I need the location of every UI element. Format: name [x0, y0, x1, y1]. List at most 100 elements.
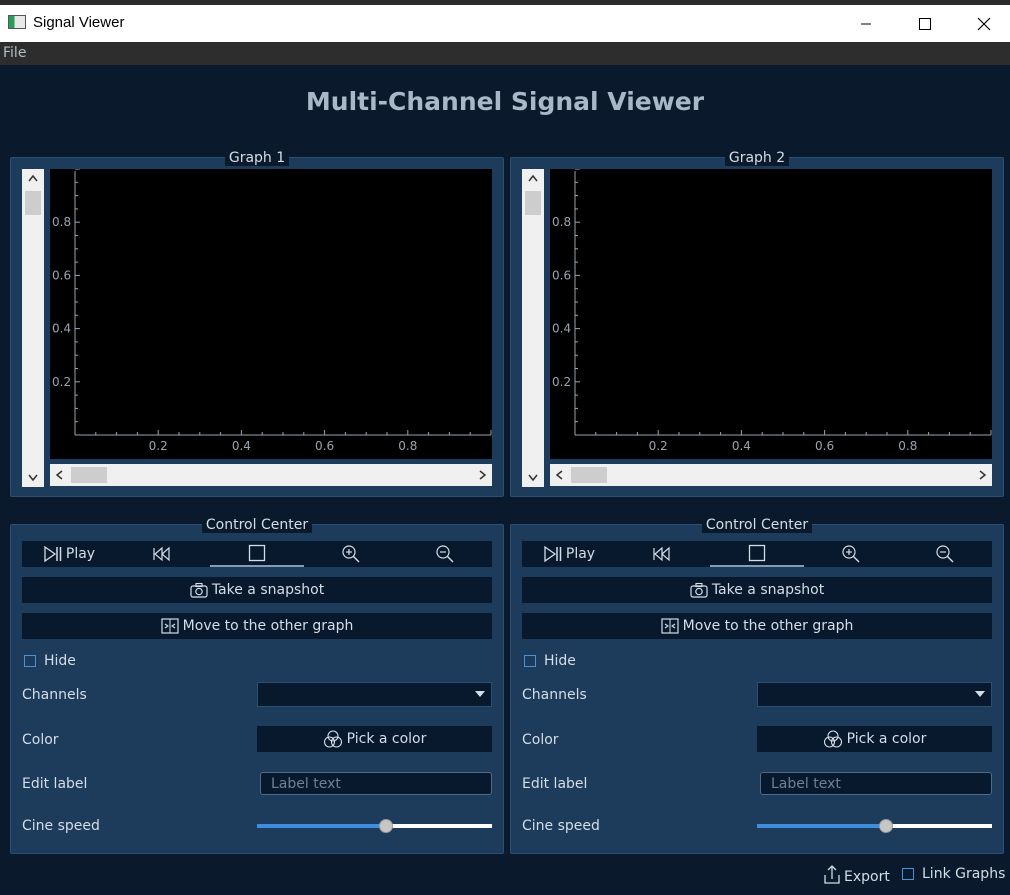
control-center-1: Control Center Play Take a snapshot Move…: [10, 517, 504, 854]
move-graph-button[interactable]: Move to the other graph: [522, 613, 992, 639]
zoom-in-icon: [342, 545, 360, 563]
camera-icon: [690, 582, 708, 598]
scroll-thumb[interactable]: [571, 467, 607, 483]
scroll-left-icon[interactable]: [50, 464, 68, 486]
page-title: Multi-Channel Signal Viewer: [305, 87, 705, 116]
y-tick-label: 0.2: [52, 375, 71, 389]
hide-toggle[interactable]: Hide: [524, 653, 576, 669]
minimize-button[interactable]: [843, 5, 889, 42]
vertical-scrollbar[interactable]: [22, 169, 44, 487]
graph-title: Graph 2: [724, 150, 790, 166]
window-title: Signal Viewer: [33, 14, 125, 31]
y-tick-label: 0.2: [552, 375, 571, 389]
zoom-in-button[interactable]: [304, 541, 398, 567]
maximize-button[interactable]: [902, 5, 948, 42]
link-graphs-checkbox[interactable]: [902, 868, 914, 880]
y-tick-label: 0.4: [552, 322, 571, 336]
x-tick-label: 0.2: [649, 439, 668, 453]
play-button[interactable]: Play: [22, 541, 116, 567]
stop-button[interactable]: [710, 541, 804, 567]
snapshot-label: Take a snapshot: [211, 582, 325, 598]
slider-handle[interactable]: [879, 819, 894, 833]
graph-title: Graph 1: [224, 150, 290, 166]
edit-label-label: Edit label: [522, 776, 588, 792]
cine-speed-label: Cine speed: [522, 818, 600, 834]
channels-label: Channels: [522, 687, 587, 703]
scroll-right-icon[interactable]: [974, 464, 992, 486]
swap-icon: [661, 618, 679, 634]
stop-icon: [748, 544, 766, 562]
chevron-down-icon: [475, 691, 485, 697]
menu-bar: File: [0, 42, 1010, 65]
cine-speed-slider[interactable]: [257, 818, 492, 834]
plot-area[interactable]: 0.2 0.4 0.6 0.8 0.8 0.6 0.4 0.2: [50, 169, 492, 459]
export-button[interactable]: Export: [820, 863, 890, 885]
hide-label: Hide: [544, 653, 576, 669]
x-tick-label: 0.4: [232, 439, 251, 453]
control-center-2: Control Center Play Take a snapshot Move…: [510, 517, 1004, 854]
maximize-icon: [919, 17, 931, 30]
snapshot-button[interactable]: Take a snapshot: [22, 577, 492, 603]
horizontal-scrollbar[interactable]: [50, 464, 492, 486]
play-button[interactable]: Play: [522, 541, 616, 567]
move-graph-button[interactable]: Move to the other graph: [22, 613, 492, 639]
export-label: Export: [844, 869, 890, 885]
rewind-button[interactable]: [116, 541, 210, 567]
graph-2-panel: Graph 2 0.2 0.4 0.6 0.8 0.8 0.6 0.4 0.2: [510, 150, 1004, 497]
label-text-input[interactable]: [260, 772, 492, 795]
control-center-title: Control Center: [201, 517, 313, 533]
x-tick-label: 0.4: [732, 439, 751, 453]
play-label: Play: [565, 546, 596, 562]
scroll-down-icon[interactable]: [522, 469, 544, 487]
app-icon: [8, 15, 26, 29]
label-text-input[interactable]: [760, 772, 992, 795]
scroll-thumb[interactable]: [525, 191, 541, 215]
scroll-up-icon[interactable]: [522, 169, 544, 187]
zoom-out-button[interactable]: [398, 541, 492, 567]
horizontal-scrollbar[interactable]: [550, 464, 992, 486]
stop-button[interactable]: [210, 541, 304, 567]
hide-checkbox[interactable]: [524, 655, 536, 667]
camera-icon: [190, 582, 208, 598]
rewind-icon: [653, 546, 670, 562]
scroll-thumb[interactable]: [25, 191, 41, 215]
close-button[interactable]: [961, 5, 1007, 42]
zoom-out-icon: [436, 545, 454, 563]
vertical-scrollbar[interactable]: [522, 169, 544, 487]
snapshot-button[interactable]: Take a snapshot: [522, 577, 992, 603]
zoom-in-button[interactable]: [804, 541, 898, 567]
color-label: Color: [22, 732, 59, 748]
scroll-down-icon[interactable]: [22, 469, 44, 487]
pick-color-button[interactable]: Pick a color: [257, 726, 492, 752]
play-label: Play: [65, 546, 96, 562]
main-content: Multi-Channel Signal Viewer Graph 1 0.2 0…: [0, 65, 1010, 895]
scroll-thumb[interactable]: [71, 467, 107, 483]
channels-dropdown[interactable]: [257, 682, 492, 707]
y-tick-label: 0.6: [52, 268, 71, 282]
x-tick-label: 0.2: [149, 439, 168, 453]
channels-dropdown[interactable]: [757, 682, 992, 707]
color-label: Color: [522, 732, 559, 748]
hide-toggle[interactable]: Hide: [24, 653, 76, 669]
cine-speed-slider[interactable]: [757, 818, 992, 834]
menu-file[interactable]: File: [3, 45, 26, 61]
hide-checkbox[interactable]: [24, 655, 36, 667]
scroll-right-icon[interactable]: [474, 464, 492, 486]
x-tick-label: 0.6: [315, 439, 334, 453]
color-wheel-icon: [323, 730, 342, 748]
link-graphs-label: Link Graphs: [922, 866, 1006, 882]
slider-fill: [757, 824, 887, 828]
zoom-out-icon: [936, 545, 954, 563]
cine-speed-label: Cine speed: [22, 818, 100, 834]
rewind-button[interactable]: [616, 541, 710, 567]
scroll-up-icon[interactable]: [22, 169, 44, 187]
scroll-left-icon[interactable]: [550, 464, 568, 486]
y-tick-label: 0.8: [52, 215, 71, 229]
move-label: Move to the other graph: [682, 618, 854, 634]
slider-handle[interactable]: [379, 819, 394, 833]
link-graphs-toggle[interactable]: Link Graphs: [902, 866, 1005, 882]
slider-fill: [257, 824, 387, 828]
plot-area[interactable]: 0.2 0.4 0.6 0.8 0.8 0.6 0.4 0.2: [550, 169, 992, 459]
pick-color-button[interactable]: Pick a color: [757, 726, 992, 752]
zoom-out-button[interactable]: [898, 541, 992, 567]
